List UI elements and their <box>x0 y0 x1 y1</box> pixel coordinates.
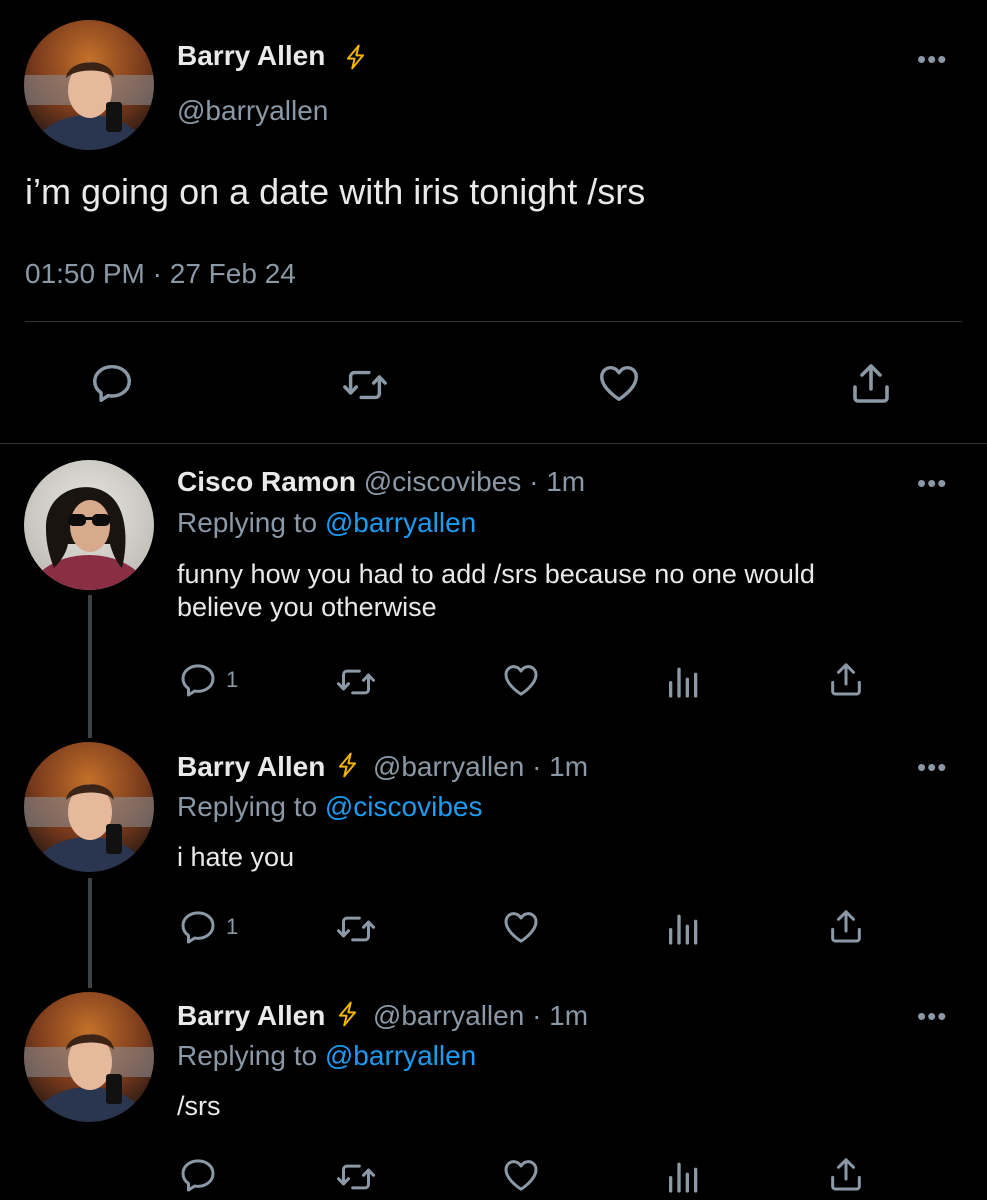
heart-icon[interactable] <box>500 660 542 700</box>
bar-chart-icon[interactable] <box>664 661 704 701</box>
share-upload-icon[interactable] <box>826 906 866 946</box>
more-options-icon[interactable]: ••• <box>917 470 947 496</box>
reply-count: 1 <box>226 667 239 692</box>
share-upload-icon[interactable] <box>847 359 895 407</box>
avatar[interactable] <box>24 742 154 872</box>
author-name[interactable]: Barry Allen <box>177 1000 325 1031</box>
bar-chart-icon[interactable] <box>664 908 704 948</box>
replying-to-handle[interactable]: @barryallen <box>325 507 476 538</box>
retweet-arrows-icon[interactable] <box>334 909 378 949</box>
tweet-timestamp: 01:50 PM · 27 Feb 24 <box>25 258 296 290</box>
replying-to-label: Replying to <box>177 791 318 822</box>
reply-time: · 1m <box>532 751 589 782</box>
reply-header: Barry Allen @barryallen · 1m <box>177 750 588 783</box>
avatar[interactable] <box>24 992 154 1122</box>
tweet-date: 27 Feb 24 <box>169 258 296 289</box>
heart-icon[interactable] <box>500 907 542 947</box>
replying-to-handle[interactable]: @barryallen <box>325 1040 476 1071</box>
more-options-icon[interactable]: ••• <box>917 46 947 72</box>
retweet-arrows-icon[interactable] <box>340 362 390 408</box>
share-upload-icon[interactable] <box>826 659 866 699</box>
date-separator: · <box>152 258 162 289</box>
reply-text: funny how you had to add /srs because no… <box>177 558 957 624</box>
replying-to-label: Replying to <box>177 507 318 538</box>
author-handle[interactable]: @barryallen <box>373 1000 524 1031</box>
more-options-icon[interactable]: ••• <box>917 1003 947 1029</box>
reply-text-line: funny how you had to add /srs because no… <box>177 559 815 589</box>
reply-header: Barry Allen @barryallen · 1m <box>177 999 588 1032</box>
speech-bubble-icon[interactable] <box>178 660 218 700</box>
retweet-arrows-icon[interactable] <box>334 662 378 702</box>
avatar[interactable] <box>24 20 154 150</box>
more-options-icon[interactable]: ••• <box>917 754 947 780</box>
bar-chart-icon[interactable] <box>664 1156 704 1196</box>
replying-to-label: Replying to <box>177 1040 318 1071</box>
replying-to: Replying to @ciscovibes <box>177 791 482 823</box>
author-name-text[interactable]: Barry Allen <box>177 40 325 71</box>
author-handle[interactable]: @barryallen <box>373 751 524 782</box>
reply-text-line: believe you otherwise <box>177 592 437 622</box>
reply-time: · 1m <box>532 1000 589 1031</box>
lightning-bolt-icon <box>343 42 369 72</box>
author-name[interactable]: Barry Allen <box>177 40 325 72</box>
author-handle[interactable]: @barryallen <box>177 95 328 127</box>
heart-icon[interactable] <box>595 360 643 406</box>
divider <box>25 321 962 322</box>
reply-text: i hate you <box>177 842 295 872</box>
lightning-bolt-icon <box>335 750 361 780</box>
reply-time: · 1m <box>529 466 586 497</box>
retweet-arrows-icon[interactable] <box>334 1157 378 1197</box>
reply-header: Cisco Ramon @ciscovibes · 1m <box>177 466 585 498</box>
section-divider <box>0 443 987 444</box>
tweet-text: i’m going on a date with iris tonight /s… <box>25 171 646 212</box>
replying-to: Replying to @barryallen <box>177 1040 476 1072</box>
reply-count: 1 <box>226 914 239 939</box>
author-name[interactable]: Barry Allen <box>177 751 325 782</box>
share-upload-icon[interactable] <box>826 1154 866 1194</box>
tweet-time: 01:50 PM <box>25 258 145 289</box>
reply-text: /srs <box>177 1091 221 1121</box>
heart-icon[interactable] <box>500 1155 542 1195</box>
thread-line <box>88 878 92 988</box>
speech-bubble-icon[interactable] <box>178 907 218 947</box>
thread-line <box>88 595 92 738</box>
replying-to: Replying to @barryallen <box>177 507 476 539</box>
avatar[interactable] <box>24 460 154 590</box>
lightning-bolt-icon <box>335 999 361 1029</box>
author-name[interactable]: Cisco Ramon <box>177 466 356 497</box>
author-handle[interactable]: @ciscovibes <box>364 466 522 497</box>
replying-to-handle[interactable]: @ciscovibes <box>325 791 483 822</box>
speech-bubble-icon[interactable] <box>178 1155 218 1195</box>
speech-bubble-icon[interactable] <box>89 360 135 406</box>
